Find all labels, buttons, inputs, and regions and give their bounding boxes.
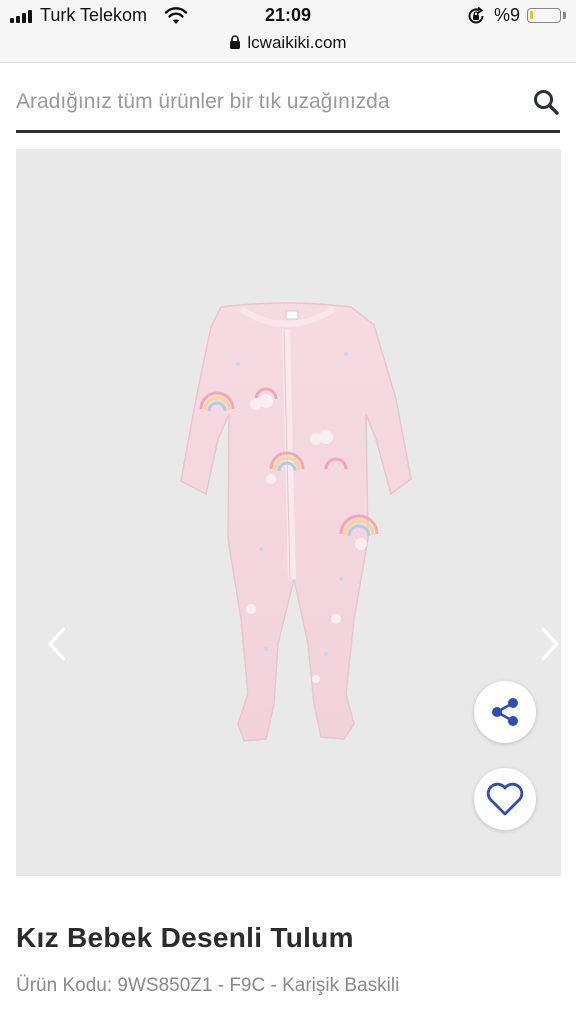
battery-icon [527, 8, 561, 23]
search-input[interactable] [16, 86, 516, 118]
battery-level-fill [530, 11, 533, 19]
chevron-right-icon[interactable] [535, 619, 561, 669]
battery-percent: %9 [494, 5, 521, 25]
search-icon[interactable] [532, 88, 560, 116]
search-bar [16, 80, 560, 133]
lock-icon [230, 35, 241, 50]
rotation-lock-icon [468, 6, 484, 24]
favorite-button[interactable] [474, 768, 536, 830]
product-image-gallery[interactable] [16, 149, 561, 876]
product-image [180, 302, 412, 742]
share-button[interactable] [474, 681, 536, 743]
clock: 21:09 [264, 5, 312, 25]
product-code: Ürün Kodu: 9WS850Z1 - F9C - Karişik Bask… [16, 975, 400, 996]
chevron-left-icon[interactable] [42, 619, 72, 669]
product-title: Kız Bebek Desenli Tulum [16, 922, 354, 953]
status-bar: Turk Telekom 21:09 %9 [0, 0, 576, 32]
browser-url-bar[interactable]: lcwaikiki.com [0, 32, 576, 63]
share-icon [492, 698, 518, 726]
heart-icon [486, 782, 524, 816]
url-text: lcwaikiki.com [247, 33, 347, 52]
url-display[interactable]: lcwaikiki.com [0, 33, 576, 53]
battery-tip [563, 12, 566, 19]
